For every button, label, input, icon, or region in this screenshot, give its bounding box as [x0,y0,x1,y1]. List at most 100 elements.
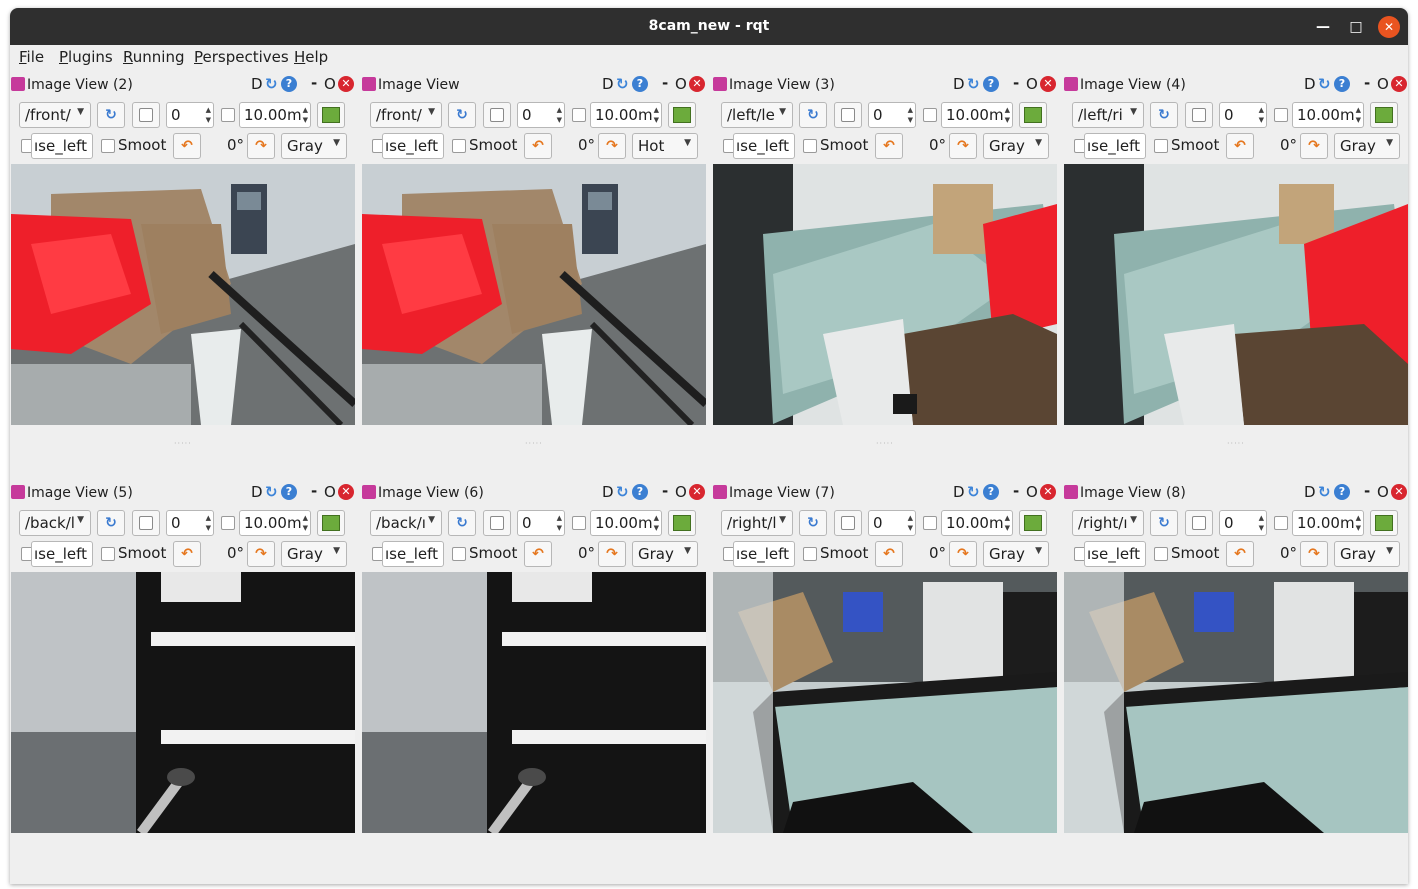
max-range-spinbox[interactable]: 10.00m ▲ ▼ [239,102,311,128]
spin-arrows-icon[interactable]: ▲ ▼ [908,105,913,125]
rotate-right-button[interactable]: ↷ [1300,133,1328,159]
dynamic-range-checkbox[interactable] [221,516,235,530]
smooth-checkbox[interactable] [452,139,466,153]
minimize-panel-button[interactable]: - [311,74,317,92]
topic-combo[interactable]: /left/le ▼ [721,102,793,128]
menu-help[interactable]: Help [294,48,328,66]
zoom-button[interactable] [132,102,160,128]
spin-arrows-icon[interactable]: ▲ ▼ [1259,105,1264,125]
reload-icon[interactable]: ↻ [1318,75,1331,93]
smooth-checkbox[interactable] [803,547,817,561]
max-range-spinbox[interactable]: 10.00m ▲ ▼ [941,510,1013,536]
save-image-button[interactable] [668,510,696,536]
dynamic-range-checkbox[interactable] [1274,108,1288,122]
dynamic-range-checkbox[interactable] [923,516,937,530]
min-value-spinbox[interactable]: 0 ▲ ▼ [517,510,565,536]
reload-icon[interactable]: ↻ [616,483,629,501]
zoom-button[interactable] [834,102,862,128]
dynamic-range-checkbox[interactable] [221,108,235,122]
min-value-spinbox[interactable]: 0 ▲ ▼ [1219,510,1267,536]
spin-arrows-icon[interactable]: ▲ ▼ [1005,513,1010,533]
save-image-button[interactable] [668,102,696,128]
rotate-right-button[interactable]: ↷ [598,133,626,159]
float-panel-button[interactable]: O [675,75,687,93]
refresh-topics-button[interactable]: ↻ [448,510,476,536]
click-topic-input[interactable]: ıse_left [1084,133,1146,159]
camera-image-view[interactable] [11,572,355,833]
minimize-panel-button[interactable]: - [1364,482,1370,500]
colormap-combo[interactable]: Gray ▼ [281,541,347,567]
max-range-spinbox[interactable]: 10.00m ▲ ▼ [941,102,1013,128]
camera-image-view[interactable] [1064,572,1408,833]
topic-combo[interactable]: /right/ı ▼ [1072,510,1144,536]
min-value-spinbox[interactable]: 0 ▲ ▼ [166,102,214,128]
save-image-button[interactable] [1370,102,1398,128]
minimize-panel-button[interactable]: - [1013,74,1019,92]
close-icon[interactable]: ✕ [1378,16,1400,38]
rotate-left-button[interactable]: ↶ [173,541,201,567]
colormap-combo[interactable]: Gray ▼ [1334,541,1400,567]
min-value-spinbox[interactable]: 0 ▲ ▼ [868,510,916,536]
spin-arrows-icon[interactable]: ▲ ▼ [654,513,659,533]
spin-arrows-icon[interactable]: ▲ ▼ [303,513,308,533]
minimize-panel-button[interactable]: - [1364,74,1370,92]
dock-d-button[interactable]: D [251,75,263,93]
menu-plugins[interactable]: Plugins [59,48,113,66]
smooth-checkbox[interactable] [1154,547,1168,561]
max-range-spinbox[interactable]: 10.00m ▲ ▼ [1292,102,1364,128]
close-panel-icon[interactable]: ✕ [338,484,354,500]
spin-arrows-icon[interactable]: ▲ ▼ [654,105,659,125]
max-range-spinbox[interactable]: 10.00m ▲ ▼ [590,102,662,128]
camera-image-view[interactable] [1064,164,1408,425]
help-icon[interactable]: ? [1334,76,1350,92]
dynamic-range-checkbox[interactable] [572,108,586,122]
camera-image-view[interactable] [11,164,355,425]
spin-arrows-icon[interactable]: ▲ ▼ [1005,105,1010,125]
rotate-left-button[interactable]: ↶ [1226,133,1254,159]
splitter-handle[interactable]: ····· [525,439,543,448]
splitter-handle[interactable]: ····· [174,439,192,448]
save-image-button[interactable] [1370,510,1398,536]
float-panel-button[interactable]: O [1377,483,1389,501]
reload-icon[interactable]: ↻ [616,75,629,93]
spin-arrows-icon[interactable]: ▲ ▼ [1356,105,1361,125]
topic-combo[interactable]: /right/l ▼ [721,510,793,536]
spin-arrows-icon[interactable]: ▲ ▼ [206,513,211,533]
refresh-topics-button[interactable]: ↻ [799,102,827,128]
save-image-button[interactable] [1019,510,1047,536]
minimize-panel-button[interactable]: - [311,482,317,500]
refresh-topics-button[interactable]: ↻ [1150,102,1178,128]
help-icon[interactable]: ? [632,484,648,500]
float-panel-button[interactable]: O [324,483,336,501]
refresh-topics-button[interactable]: ↻ [1150,510,1178,536]
zoom-button[interactable] [1185,510,1213,536]
camera-image-view[interactable] [713,572,1057,833]
zoom-button[interactable] [834,510,862,536]
dynamic-range-checkbox[interactable] [923,108,937,122]
min-value-spinbox[interactable]: 0 ▲ ▼ [868,102,916,128]
smooth-checkbox[interactable] [101,139,115,153]
min-value-spinbox[interactable]: 0 ▲ ▼ [1219,102,1267,128]
topic-combo[interactable]: /back/ı ▼ [370,510,442,536]
zoom-button[interactable] [1185,102,1213,128]
camera-image-view[interactable] [362,164,706,425]
float-panel-button[interactable]: O [324,75,336,93]
save-image-button[interactable] [317,102,345,128]
click-topic-input[interactable]: ıse_left [1084,541,1146,567]
save-image-button[interactable] [1019,102,1047,128]
click-topic-input[interactable]: ıse_left [31,133,93,159]
click-topic-input[interactable]: ıse_left [31,541,93,567]
help-icon[interactable]: ? [632,76,648,92]
dock-d-button[interactable]: D [602,483,614,501]
minimize-panel-button[interactable]: - [1013,482,1019,500]
refresh-topics-button[interactable]: ↻ [97,510,125,536]
minimize-icon[interactable]: — [1312,16,1334,38]
dock-d-button[interactable]: D [251,483,263,501]
rotate-right-button[interactable]: ↷ [598,541,626,567]
close-panel-icon[interactable]: ✕ [1391,76,1407,92]
refresh-topics-button[interactable]: ↻ [97,102,125,128]
max-range-spinbox[interactable]: 10.00m ▲ ▼ [1292,510,1364,536]
zoom-button[interactable] [483,510,511,536]
colormap-combo[interactable]: Gray ▼ [281,133,347,159]
help-icon[interactable]: ? [281,484,297,500]
